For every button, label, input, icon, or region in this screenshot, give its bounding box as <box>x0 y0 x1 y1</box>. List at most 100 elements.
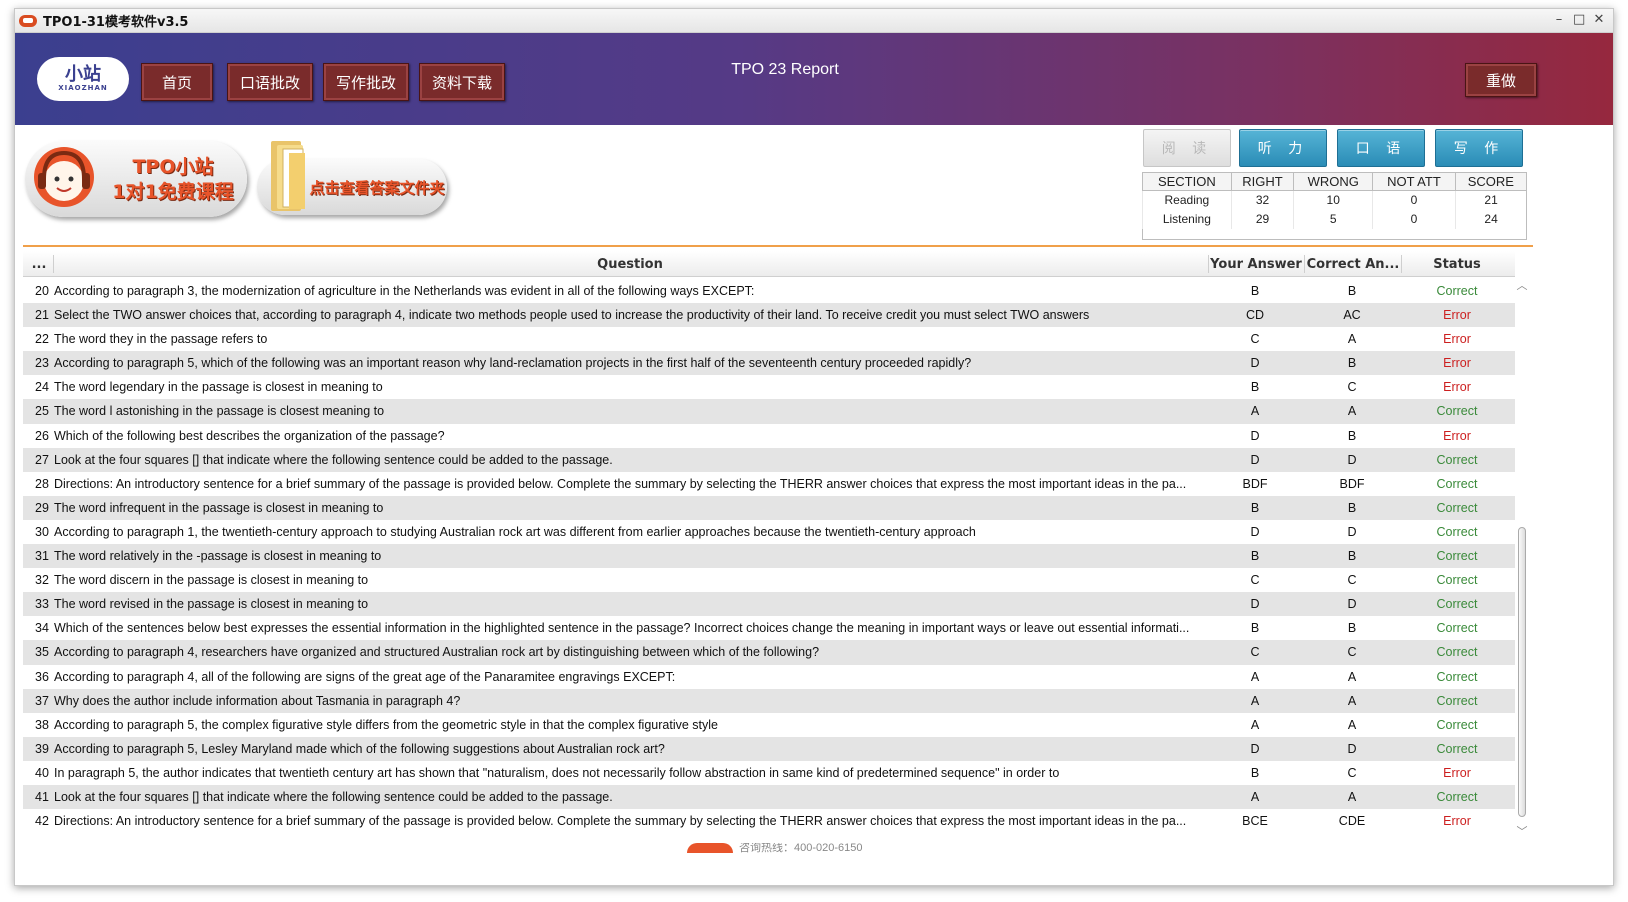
your-answer: D <box>1250 524 1260 539</box>
tab-speaking[interactable]: 口 语 <box>1337 129 1425 167</box>
table-row[interactable]: 20 According to paragraph 3, the moderniz… <box>23 279 1515 304</box>
correct-answer: A <box>1347 717 1357 732</box>
score-cell: 0 <box>1372 209 1456 229</box>
correct-answer: D <box>1347 597 1357 612</box>
question-text: The word revised in the passage is close… <box>54 597 369 612</box>
score-row-listening: Listening 29 5 0 24 <box>1142 209 1527 229</box>
close-icon[interactable]: ✕ <box>1593 12 1605 27</box>
table-row[interactable]: 35 According to paragraph 4, researchers … <box>23 640 1515 665</box>
table-row[interactable]: 28 Directions: An introductory sentence f… <box>23 471 1515 496</box>
table-row[interactable]: 32 The word discern in the passage is clo… <box>23 568 1515 593</box>
xiaozhan-logo[interactable]: 小站 XIAOZHAN <box>37 57 129 101</box>
redo-button[interactable]: 重做 <box>1465 63 1537 97</box>
question-number: 31 <box>35 549 49 564</box>
col-header-correct-answer[interactable]: Correct An... <box>1305 257 1401 272</box>
status-text: Correct <box>1436 717 1478 732</box>
table-row[interactable]: 21 Select the TWO answer choices that, ac… <box>23 303 1515 328</box>
status-text: Error <box>1443 356 1471 371</box>
speaking-review-button[interactable]: 口语批改 <box>227 63 313 101</box>
footer-logo-icon <box>687 843 733 853</box>
tab-writing[interactable]: 写 作 <box>1435 129 1523 167</box>
your-answer: C <box>1250 645 1260 660</box>
your-answer: D <box>1250 741 1260 756</box>
tab-listening[interactable]: 听 力 <box>1239 129 1327 167</box>
your-answer: B <box>1250 284 1260 298</box>
correct-answer: C <box>1347 645 1357 660</box>
table-row[interactable]: 31 The word relatively in the -passage is… <box>23 544 1515 569</box>
status-text: Error <box>1443 332 1471 347</box>
your-answer: A <box>1250 717 1260 732</box>
question-number: 22 <box>35 332 49 347</box>
table-row[interactable]: 36 According to paragraph 4, all of the f… <box>23 664 1515 689</box>
writing-review-button[interactable]: 写作批改 <box>323 63 409 101</box>
table-row[interactable]: 33 The word revised in the passage is clo… <box>23 592 1515 617</box>
score-cell: Reading <box>1142 190 1232 210</box>
scroll-thumb[interactable] <box>1518 527 1526 817</box>
table-row[interactable]: 30 According to paragraph 1, the twentiet… <box>23 519 1515 545</box>
table-row[interactable]: 34 Which of the sentences below best expr… <box>23 616 1515 641</box>
question-text: Why does the author include information … <box>54 693 461 708</box>
col-header-your-answer[interactable]: Your Answer <box>1209 257 1303 272</box>
table-row[interactable]: 37 Why does the author include informatio… <box>23 688 1515 713</box>
col-header-status[interactable]: Status <box>1409 257 1505 272</box>
your-answer: C <box>1250 332 1260 347</box>
free-course-banner[interactable]: TPO小站 1对1免费课程 <box>25 141 247 217</box>
minimize-icon[interactable]: – <box>1553 12 1565 27</box>
report-title: TPO 23 Report <box>731 61 839 78</box>
your-answer: BCE <box>1242 814 1268 829</box>
correct-answer: B <box>1347 549 1357 564</box>
question-number: 34 <box>35 621 49 636</box>
tab-reading[interactable]: 阅 读 <box>1143 129 1231 167</box>
table-row[interactable]: 22 The word they in the passage refers to… <box>23 327 1515 352</box>
col-header-index[interactable]: ... <box>27 257 51 272</box>
app-window: TPO1-31模考软件v3.5 – □ ✕ 小站 XIAOZHAN 首页 口语批… <box>14 8 1614 886</box>
table-row[interactable]: 26 Which of the following best describes … <box>23 423 1515 448</box>
status-text: Error <box>1443 765 1471 780</box>
table-row[interactable]: 39 According to paragraph 5, Lesley Maryl… <box>23 736 1515 761</box>
table-row[interactable]: 23 According to paragraph 5, which of the… <box>23 351 1515 376</box>
question-rows: 20 According to paragraph 3, the moderniz… <box>23 279 1515 834</box>
table-row[interactable]: 25 The word l astonishing in the passage … <box>23 399 1515 424</box>
vertical-scrollbar[interactable]: ︿ ﹀ <box>1515 279 1529 839</box>
table-row[interactable]: 24 The word legendary in the passage is c… <box>23 375 1515 400</box>
table-row[interactable]: 29 The word infrequent in the passage is … <box>23 495 1515 520</box>
table-row[interactable]: 38 According to paragraph 5, the complex … <box>23 712 1515 737</box>
scroll-down-icon[interactable]: ﹀ <box>1515 825 1529 839</box>
status-text: Correct <box>1436 500 1478 515</box>
your-answer: B <box>1250 621 1260 636</box>
logo-text: 小站 <box>65 64 101 85</box>
app-icon <box>19 14 37 27</box>
table-row[interactable]: 27 Look at the four squares [] that indic… <box>23 447 1515 472</box>
status-text: Correct <box>1436 573 1478 588</box>
table-row[interactable]: 42 Directions: An introductory sentence f… <box>23 809 1515 834</box>
score-table: SECTION RIGHT WRONG NOT ATT SCORE Readin… <box>1142 172 1528 229</box>
question-number: 40 <box>35 765 49 780</box>
table-row[interactable]: 41 Look at the four squares [] that indic… <box>23 784 1515 810</box>
your-answer: B <box>1250 380 1260 395</box>
question-number: 26 <box>35 428 49 443</box>
score-cell: 21 <box>1454 190 1527 210</box>
downloads-button[interactable]: 资料下载 <box>419 63 505 101</box>
table-row[interactable]: 40 In paragraph 5, the author indicates t… <box>23 760 1515 785</box>
question-number: 39 <box>35 741 49 756</box>
correct-answer: A <box>1347 789 1357 804</box>
scroll-track[interactable] <box>1518 297 1526 817</box>
score-header-not-att: NOT ATT <box>1372 172 1456 191</box>
question-number: 32 <box>35 573 49 588</box>
title-bar: TPO1-31模考软件v3.5 – □ ✕ <box>15 9 1613 33</box>
status-text: Correct <box>1436 621 1478 636</box>
scroll-up-icon[interactable]: ︿ <box>1515 279 1529 293</box>
score-header-right: RIGHT <box>1230 172 1295 191</box>
maximize-icon[interactable]: □ <box>1573 12 1585 27</box>
question-text: According to paragraph 4, researchers ha… <box>54 645 820 660</box>
col-header-question[interactable]: Question <box>54 257 1206 272</box>
headset-avatar-icon <box>34 147 94 207</box>
question-number: 37 <box>35 693 49 708</box>
home-button[interactable]: 首页 <box>141 63 213 101</box>
status-text: Correct <box>1436 549 1478 564</box>
correct-answer: C <box>1347 573 1357 588</box>
your-answer: C <box>1250 573 1260 588</box>
status-text: Correct <box>1436 524 1478 539</box>
header-bar: 小站 XIAOZHAN 首页 口语批改 写作批改 资料下载 TPO 23 Rep… <box>15 33 1613 125</box>
your-answer: A <box>1250 789 1260 804</box>
